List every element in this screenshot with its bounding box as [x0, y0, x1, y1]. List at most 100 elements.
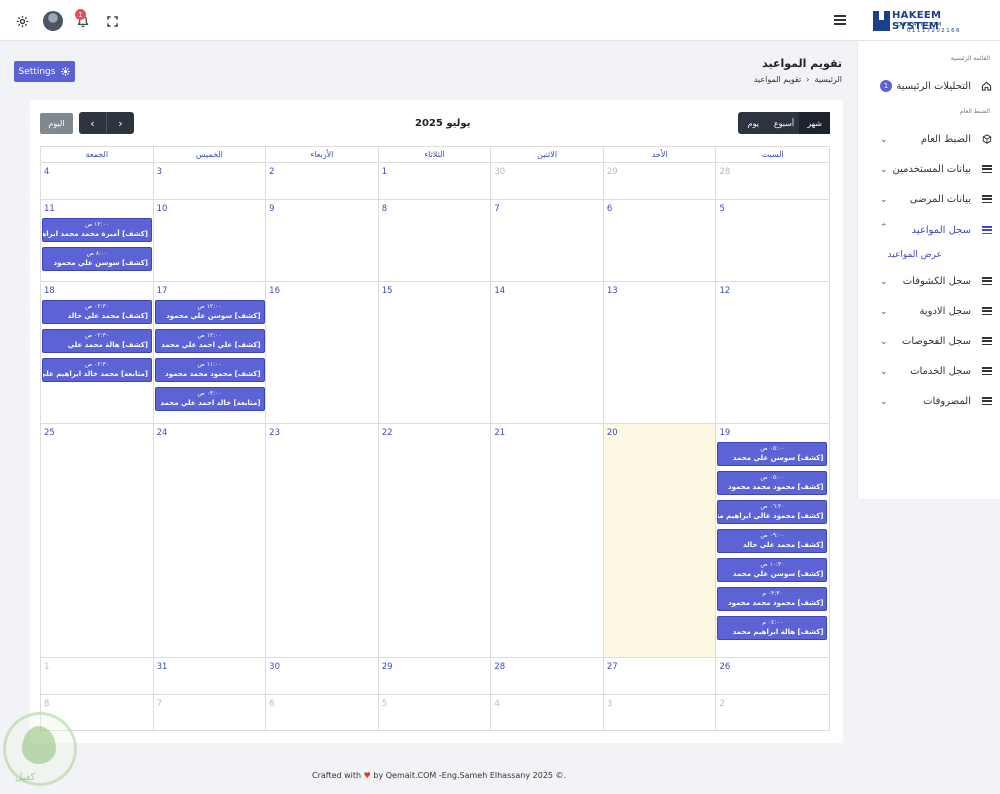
- calendar-day-cell[interactable]: 11 ١٢:٠٠ ص [كشف] أميرة محمد محمد ابراهيم ٨:…: [41, 200, 154, 281]
- day-number[interactable]: 6: [607, 204, 612, 214]
- calendar-day-cell[interactable]: 14: [491, 282, 604, 423]
- calendar-day-cell[interactable]: 19 ٠٥:٠٠ ص [كشف] سوسن علي محمد ٠٥:٠٠ ص [كشف]…: [716, 424, 829, 657]
- calendar-day-cell[interactable]: 18 ٠٢:٣٠ ص [كشف] محمد علي خالد ٠٢:٣٠ ص [كشف]…: [41, 282, 154, 423]
- day-number[interactable]: 30: [269, 662, 280, 672]
- day-number[interactable]: 1: [44, 662, 49, 672]
- day-number[interactable]: 28: [494, 662, 505, 672]
- calendar-day-cell[interactable]: 26: [716, 658, 829, 694]
- calendar-day-cell[interactable]: 12: [716, 282, 829, 423]
- sidebar-item-patients[interactable]: بيانات المرضى ⌄: [868, 189, 992, 209]
- calendar-day-cell[interactable]: 22: [379, 424, 492, 657]
- calendar-day-cell[interactable]: 9: [266, 200, 379, 281]
- appointment-event[interactable]: ١٢:٠٠ ص [كشف] أميرة محمد محمد ابراهيم: [42, 218, 152, 242]
- day-number[interactable]: 2: [719, 699, 724, 709]
- day-number[interactable]: 22: [382, 428, 393, 438]
- sidebar-item-tests[interactable]: سجل الفحوصات ⌄: [868, 331, 992, 351]
- calendar-day-cell[interactable]: 28: [491, 658, 604, 694]
- calendar-day-cell-today[interactable]: 20: [603, 424, 717, 657]
- day-number[interactable]: 8: [382, 204, 387, 214]
- day-number[interactable]: 26: [719, 662, 730, 672]
- day-number[interactable]: 13: [607, 286, 618, 296]
- sidebar-item-services[interactable]: سجل الخدمات ⌄: [868, 361, 992, 381]
- calendar-day-cell[interactable]: 5: [379, 695, 492, 730]
- calendar-day-cell[interactable]: 23: [266, 424, 379, 657]
- appointment-event[interactable]: ٠٥:٠٠ ص [كشف] سوسن علي محمد: [717, 442, 828, 466]
- appointment-event[interactable]: ٠٣:٠٠ ص [متابعة] خالد احمد علي محمد: [154, 387, 265, 411]
- today-button[interactable]: اليوم: [40, 113, 73, 134]
- appointment-event[interactable]: ٠٤:٠٠ م [كشف] هالة ابراهيم محمد: [717, 616, 828, 640]
- hakeem-logo[interactable]: HAKEEM SYSTEM QEMAIT.COM 01117202166: [873, 10, 977, 34]
- day-number[interactable]: 4: [44, 167, 49, 177]
- calendar-day-cell[interactable]: 4: [491, 695, 604, 730]
- calendar-day-cell[interactable]: 30: [266, 658, 379, 694]
- calendar-day-cell[interactable]: 31: [154, 658, 267, 694]
- calendar-day-cell[interactable]: 16: [266, 282, 379, 423]
- calendar-day-cell[interactable]: 3: [604, 695, 717, 730]
- day-number[interactable]: 3: [157, 167, 162, 177]
- sidebar-item-users[interactable]: بيانات المستخدمين ⌄: [868, 159, 992, 179]
- settings-button[interactable]: Settings: [14, 61, 75, 82]
- calendar-day-cell[interactable]: 29: [379, 658, 492, 694]
- calendar-day-cell[interactable]: 2: [716, 695, 829, 730]
- calendar-day-cell[interactable]: 8: [379, 200, 492, 281]
- day-number[interactable]: 8: [44, 699, 49, 709]
- menu-toggle-icon[interactable]: [834, 15, 846, 25]
- calendar-day-cell[interactable]: 3: [154, 163, 267, 199]
- sidebar-item-medicines[interactable]: سجل الادوية ⌄: [868, 301, 992, 321]
- calendar-day-cell[interactable]: 5: [716, 200, 829, 281]
- calendar-day-cell[interactable]: 27: [604, 658, 717, 694]
- appointment-event[interactable]: ٠٩:٠٠ ص [كشف] محمد علي خالد: [717, 529, 828, 553]
- calendar-day-cell[interactable]: 1: [379, 163, 492, 199]
- day-number[interactable]: 4: [494, 699, 499, 709]
- day-number[interactable]: 16: [269, 286, 280, 296]
- day-number[interactable]: 7: [494, 204, 499, 214]
- day-number[interactable]: 11: [44, 204, 55, 214]
- calendar-day-cell[interactable]: 30: [491, 163, 604, 199]
- gear-icon[interactable]: [13, 12, 31, 30]
- appointment-event[interactable]: ٠٢:٣٠ ص [متابعة] محمد خالد ابراهيم علي: [42, 358, 152, 382]
- day-number[interactable]: 2: [269, 167, 274, 177]
- day-number[interactable]: 12: [719, 286, 730, 296]
- appointment-event[interactable]: ١٠:٣٠ ص [كشف] سوسن علي محمد: [717, 558, 828, 582]
- view-month-button[interactable]: شهر: [799, 112, 831, 134]
- calendar-day-cell[interactable]: 2: [266, 163, 379, 199]
- sidebar-item-appointments[interactable]: سجل المواعيد ⌃: [868, 220, 992, 240]
- breadcrumb-home[interactable]: الرئيسية: [814, 75, 842, 84]
- calendar-day-cell[interactable]: 15: [379, 282, 492, 423]
- day-number[interactable]: 1: [382, 167, 387, 177]
- day-number[interactable]: 7: [157, 699, 162, 709]
- sidebar-item-expenses[interactable]: المصروفات ⌄: [868, 391, 992, 411]
- calendar-day-cell[interactable]: 13: [604, 282, 717, 423]
- day-number[interactable]: 5: [382, 699, 387, 709]
- next-month-button[interactable]: ›: [107, 112, 134, 134]
- calendar-day-cell[interactable]: 17 ١٢:٠٠ ص [كشف] سوسن علي محمود ١٢:٠٠ ص [كشف…: [154, 282, 267, 423]
- calendar-day-cell[interactable]: 1: [41, 658, 154, 694]
- user-avatar[interactable]: [43, 11, 63, 31]
- appointment-event[interactable]: ٠٢:٣٠ ص [كشف] هالة محمد علي: [42, 329, 152, 353]
- sidebar-item-examinations[interactable]: سجل الكشوفات ⌄: [868, 271, 992, 291]
- fullscreen-icon[interactable]: [103, 12, 121, 30]
- sidebar-item-dashboard[interactable]: التحليلات الرئيسية 1: [868, 76, 992, 96]
- calendar-day-cell[interactable]: 10: [154, 200, 267, 281]
- appointment-event[interactable]: ٨:٠٠ ص [كشف] سوسن علي محمود: [42, 247, 152, 271]
- appointment-event[interactable]: ٠٦:٣٠ ص [كشف] محمود غالي ابراهيم محمد: [717, 500, 828, 524]
- day-number[interactable]: 20: [607, 428, 618, 438]
- day-number[interactable]: 6: [269, 699, 274, 709]
- calendar-day-cell[interactable]: 21: [491, 424, 604, 657]
- appointment-event[interactable]: ٠٥:٠٠ ص [كشف] محمود محمد محمود: [717, 471, 828, 495]
- appointment-event[interactable]: ١٢:٠٠ ص [كشف] سوسن علي محمود: [154, 300, 265, 324]
- day-number[interactable]: 31: [157, 662, 168, 672]
- day-number[interactable]: 23: [269, 428, 280, 438]
- appointment-event[interactable]: ١١:٠٠ ص [كشف] محمود محمد محمود: [154, 358, 265, 382]
- day-number[interactable]: 9: [269, 204, 274, 214]
- calendar-day-cell[interactable]: 7: [491, 200, 604, 281]
- calendar-day-cell[interactable]: 28: [716, 163, 829, 199]
- appointment-event[interactable]: ١٢:٠٠ ص [كشف] علي احمد علي محمد: [154, 329, 265, 353]
- calendar-day-cell[interactable]: 25: [41, 424, 154, 657]
- calendar-day-cell[interactable]: 24: [154, 424, 267, 657]
- day-number[interactable]: 24: [157, 428, 168, 438]
- day-number[interactable]: 29: [382, 662, 393, 672]
- calendar-day-cell[interactable]: 6: [266, 695, 379, 730]
- day-number[interactable]: 27: [607, 662, 618, 672]
- calendar-day-cell[interactable]: 4: [41, 163, 154, 199]
